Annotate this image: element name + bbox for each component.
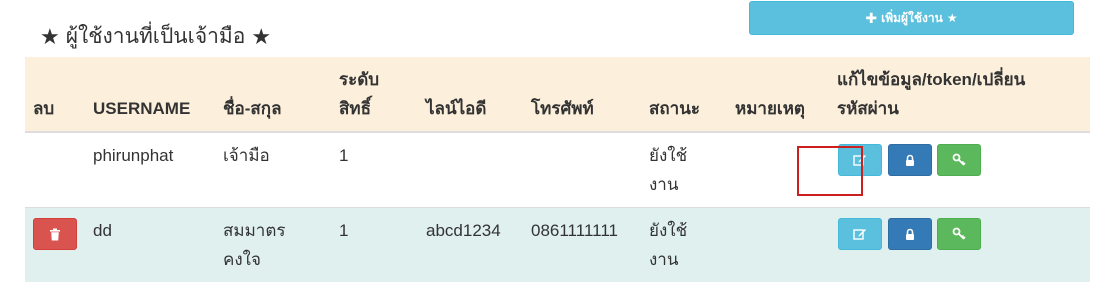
- edit-button[interactable]: [838, 218, 882, 250]
- cell-status-line1: ยังใช้: [649, 146, 688, 165]
- cell-username: dd: [93, 221, 112, 240]
- add-user-button[interactable]: ✚ เพิ่มผู้ใช้งาน ★: [749, 1, 1074, 35]
- star-icon: ★: [40, 23, 60, 49]
- cell-level: 1: [339, 146, 349, 165]
- lock-icon: [906, 154, 914, 166]
- cell-username: phirunphat: [93, 146, 174, 165]
- cell-status: ยังใช้ งาน: [649, 216, 687, 274]
- header-level: ระดับ สิทธิ์: [339, 65, 379, 123]
- key-icon: [952, 153, 966, 166]
- cell-status: ยังใช้ งาน: [649, 141, 687, 199]
- add-user-button-label: เพิ่มผู้ใช้งาน: [881, 10, 943, 25]
- cell-status-line2: งาน: [649, 175, 679, 194]
- token-button[interactable]: [888, 218, 932, 250]
- cell-fullname-line2: คงใจ: [223, 250, 261, 269]
- edit-button[interactable]: [838, 144, 882, 176]
- dealer-users-table: ลบ USERNAME ชื่อ-สกุล ระดับ สิทธิ์ ไลน์ไ…: [25, 57, 1090, 282]
- header-actions-line2: รหัสผ่าน: [837, 99, 899, 118]
- token-button[interactable]: [888, 144, 932, 176]
- delete-button[interactable]: [33, 218, 77, 250]
- header-level-line1: ระดับ: [339, 70, 380, 89]
- table-header: ลบ USERNAME ชื่อ-สกุล ระดับ สิทธิ์ ไลน์ไ…: [25, 57, 1090, 133]
- page-title: ★ ผู้ใช้งานที่เป็นเจ้ามือ ★: [40, 20, 271, 53]
- plus-icon: ✚: [865, 9, 878, 26]
- header-actions: แก้ไขข้อมูล/token/เปลี่ยน รหัสผ่าน: [837, 65, 1025, 123]
- header-username: USERNAME: [93, 99, 191, 118]
- header-line-id: ไลน์ไอดี: [426, 99, 487, 118]
- page-title-text: ผู้ใช้งานที่เป็นเจ้ามือ: [65, 25, 246, 48]
- key-icon: [952, 227, 966, 240]
- header-level-line2: สิทธิ์: [339, 99, 371, 118]
- header-status: สถานะ: [649, 99, 700, 118]
- cell-fullname: เจ้ามือ: [223, 141, 270, 170]
- cell-phone: 0861111111: [531, 221, 618, 240]
- lock-icon: [906, 228, 914, 240]
- edit-icon: [853, 155, 866, 166]
- cell-fullname-line1: เจ้ามือ: [223, 146, 270, 165]
- cell-status-line1: ยังใช้: [649, 221, 688, 240]
- trash-icon: [50, 228, 60, 240]
- header-phone: โทรศัพท์: [531, 99, 594, 118]
- header-fullname: ชื่อ-สกุล: [223, 99, 282, 118]
- header-actions-line1: แก้ไขข้อมูล/token/เปลี่ยน: [837, 70, 1026, 89]
- edit-icon: [853, 229, 866, 240]
- change-password-button[interactable]: [937, 144, 981, 176]
- star-icon: ★: [946, 11, 958, 25]
- cell-status-line2: งาน: [649, 250, 679, 269]
- star-icon: ★: [251, 23, 272, 49]
- cell-level: 1: [339, 221, 349, 240]
- cell-fullname: สมมาตร คงใจ: [223, 216, 286, 274]
- table-row: phirunphat เจ้ามือ 1 ยังใช้ งาน: [25, 133, 1090, 208]
- change-password-button[interactable]: [937, 218, 981, 250]
- table-row: dd สมมาตร คงใจ 1 abcd1234 0861111111 ยัง…: [25, 208, 1090, 282]
- cell-line-id: abcd1234: [426, 221, 501, 240]
- header-delete: ลบ: [33, 99, 55, 118]
- cell-fullname-line1: สมมาตร: [223, 221, 286, 240]
- header-note: หมายเหตุ: [735, 99, 805, 118]
